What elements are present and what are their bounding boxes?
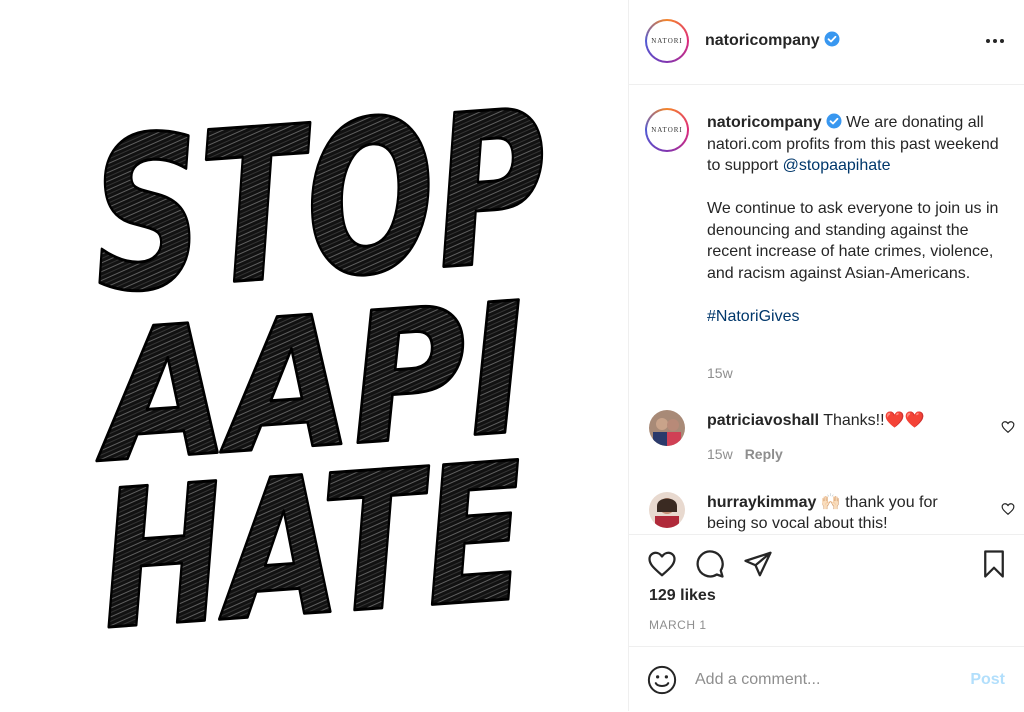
reply-button[interactable]: Reply [745,446,783,462]
share-icon[interactable] [743,549,773,579]
emoji-icon[interactable] [647,665,677,695]
author-username[interactable]: natoricompany [705,31,840,50]
like-comment-heart-icon[interactable] [1001,420,1015,434]
comment-item: patriciavoshall Thanks!!❤️❤️ 15w Reply [649,408,1015,468]
raised-hands-emoji: 🙌🏻 [820,494,841,511]
comment-timestamp[interactable]: 15w [707,446,733,462]
caption-paragraph: We continue to ask everyone to join us i… [707,200,999,282]
comment-text: Thanks!! [823,412,885,429]
post-side-panel: NATORI natoricompany NATORI natoricompan… [628,0,1024,711]
avatar-logo-text: NATORI [651,126,683,134]
caption-username[interactable]: natoricompany [707,114,822,131]
verified-badge-icon [824,31,840,47]
post-date[interactable]: MARCH 1 [649,618,707,632]
commenter-avatar[interactable] [649,492,685,528]
post-image[interactable]: STOP AAPI HATE [0,0,628,711]
comment-item: hurraykimmay 🙌🏻 thank you for being so v… [649,492,1015,532]
more-options-icon[interactable] [983,30,1007,52]
add-comment-form: Post [629,646,1024,712]
author-avatar[interactable]: NATORI [645,19,689,63]
comment-username[interactable]: patriciavoshall [707,412,819,429]
heart-icon[interactable] [647,549,677,579]
caption-avatar[interactable]: NATORI [645,108,689,152]
comment-icon[interactable] [695,549,725,579]
instagram-post-view: STOP AAPI HATE NATORI natoricompany NATO… [0,0,1024,711]
post-header: NATORI natoricompany [629,0,1024,85]
post-caption: natoricompany We are donating all natori… [707,112,1015,349]
verified-badge-icon [826,113,842,129]
comment-input[interactable] [693,667,957,693]
avatar-logo-text: NATORI [651,37,683,45]
bookmark-icon[interactable] [979,549,1009,579]
commenter-avatar[interactable] [649,410,685,446]
stop-aapi-hate-artwork: STOP AAPI HATE [83,63,557,674]
caption-timestamp[interactable]: 15w [707,365,733,381]
like-comment-heart-icon[interactable] [1001,502,1015,516]
action-bar [629,534,1024,595]
mention-link[interactable]: @stopaapihate [783,157,891,174]
heart-emoji: ❤️❤️ [884,412,925,429]
hashtag-link[interactable]: #NatoriGives [707,308,799,325]
likes-count[interactable]: 129 likes [649,587,716,605]
comment-username[interactable]: hurraykimmay [707,494,816,511]
artwork-line-3: HATE [93,422,532,672]
post-comment-button[interactable]: Post [970,671,1005,689]
